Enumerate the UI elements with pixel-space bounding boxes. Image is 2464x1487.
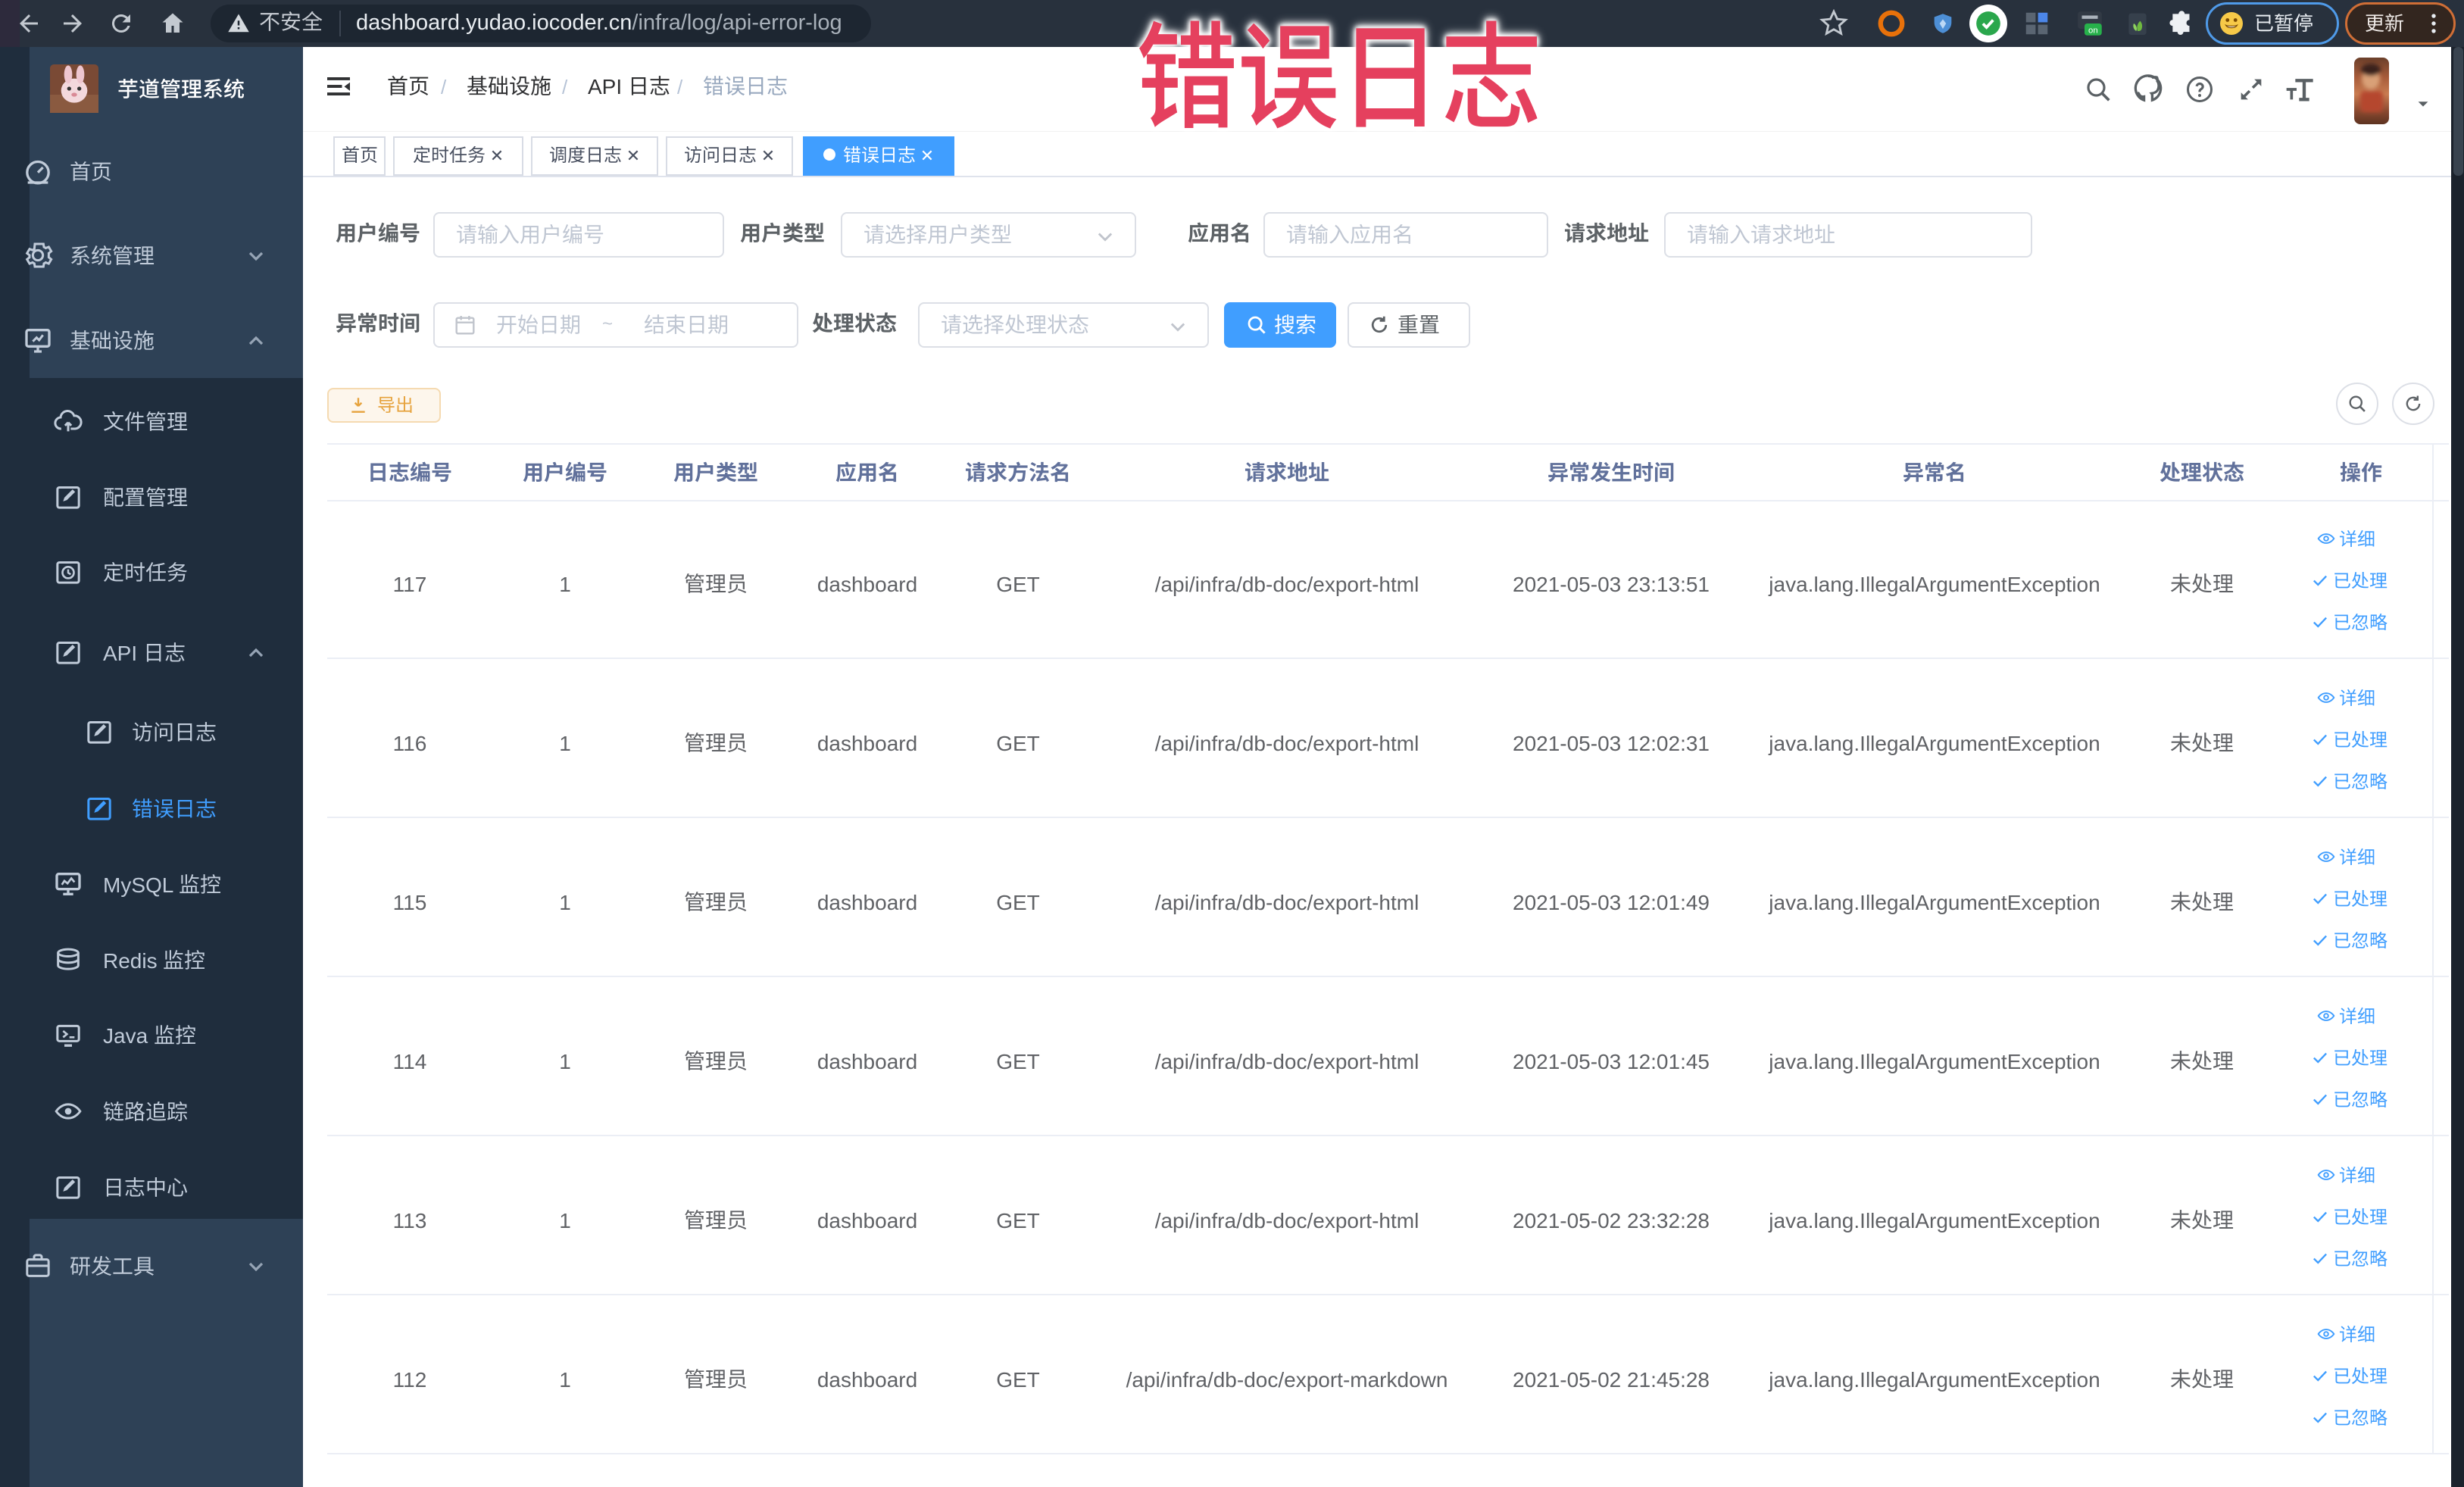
svg-text:on: on	[2088, 26, 2098, 35]
